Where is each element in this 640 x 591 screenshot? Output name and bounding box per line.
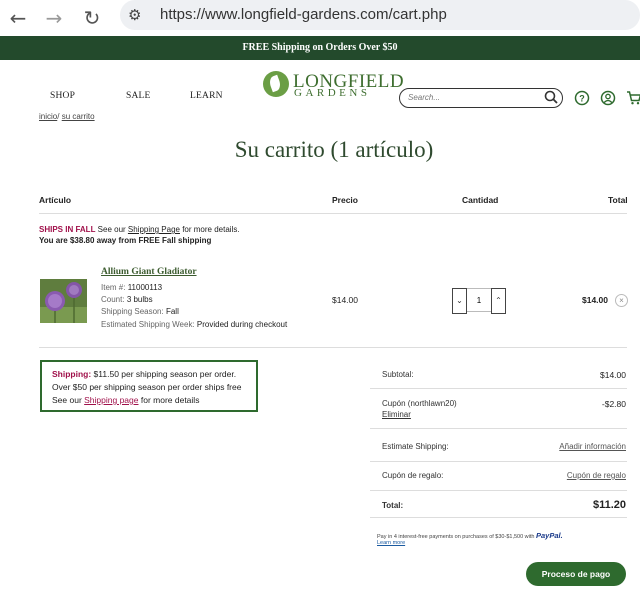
divider (370, 517, 627, 518)
breadcrumb-current[interactable]: su carrito (62, 112, 95, 121)
week-value: Provided during checkout (196, 320, 288, 329)
count-label: Count: (101, 295, 125, 304)
coupon-value: -$2.80 (601, 399, 626, 409)
subtotal-value: $14.00 (600, 370, 626, 380)
url-text[interactable]: https://www.longfield-gardens.com/cart.p… (160, 4, 447, 26)
product-image[interactable] (40, 279, 87, 323)
shipping-page-line: See our Shipping page for more details (52, 395, 199, 405)
header-item: Artículo (39, 195, 72, 205)
count-value: 3 bulbs (126, 295, 153, 304)
site-settings-icon[interactable]: ⚙ (128, 5, 150, 25)
divider (370, 461, 627, 462)
account-icon[interactable] (600, 90, 616, 106)
header-total: Total (608, 195, 628, 205)
nav-learn[interactable]: LEARN (190, 91, 223, 101)
season-value: Fall (165, 307, 179, 316)
shipping-rate-line: Shipping: $11.50 per shipping season per… (52, 369, 236, 379)
page-title: Su carrito (1 artículo) (234, 137, 434, 162)
total-value: $11.20 (592, 499, 626, 511)
nav-shop[interactable]: SHOP (50, 91, 75, 101)
quantity-input[interactable] (467, 288, 491, 312)
shipping-rate-text: $11.50 per shipping season per order. (91, 369, 237, 379)
free-shipping-progress: You are $38.80 away from FREE Fall shipp… (39, 236, 212, 245)
season-label: Shipping Season: (101, 307, 164, 316)
total-label: Total: (382, 501, 404, 510)
gift-coupon-link[interactable]: Cupón de regalo (567, 471, 626, 480)
product-shipping-season: Shipping Season: Fall (101, 307, 179, 316)
add-info-link[interactable]: Añadir información (559, 442, 626, 451)
item-number-label: Item #: (101, 283, 126, 292)
divider (39, 347, 627, 348)
shipping-free-line: Over $50 per shipping season per order s… (52, 382, 242, 392)
search-input[interactable] (408, 90, 538, 104)
nav-sale[interactable]: SALE (126, 91, 151, 101)
shipping-page-link-box[interactable]: Shipping page (84, 395, 138, 405)
forward-icon[interactable]: → (42, 6, 66, 30)
breadcrumb: inicio/ su carrito (39, 112, 95, 121)
product-item-number: Item #: 11000113 (101, 283, 162, 292)
help-icon[interactable]: ? (574, 90, 590, 106)
product-shipping-week: Estimated Shipping Week: Provided during… (101, 320, 287, 329)
ships-label: SHIPS IN FALL (39, 225, 96, 234)
svg-text:?: ? (579, 94, 585, 104)
browser-toolbar: ← → ↻ ⚙ https://www.longfield-gardens.co… (0, 0, 640, 36)
gift-coupon-label: Cupón de regalo: (382, 471, 444, 480)
ships-more-details: for more details. (179, 225, 240, 234)
coupon-remove-link[interactable]: Eliminar (382, 410, 411, 419)
back-icon[interactable]: ← (6, 6, 30, 30)
remove-item-icon[interactable]: × (615, 294, 628, 307)
promo-banner: FREE Shipping on Orders Over $50 (0, 36, 640, 60)
item-number-value: 11000113 (127, 283, 163, 292)
paypal-learn-more-link[interactable]: Learn more (377, 540, 405, 546)
product-price: $14.00 (332, 295, 358, 305)
breadcrumb-home[interactable]: inicio (39, 112, 57, 121)
ships-see-our: See our (95, 225, 128, 234)
coupon-label: Cupón (northlawn20) (382, 399, 457, 408)
product-count: Count: 3 bulbs (101, 295, 153, 304)
subtotal-label: Subtotal: (382, 370, 414, 379)
header-price: Precio (332, 195, 358, 205)
checkout-button[interactable]: Proceso de pago (526, 562, 626, 586)
search-icon[interactable] (543, 89, 559, 105)
divider (370, 490, 627, 491)
estimate-shipping-label: Estimate Shipping: (382, 442, 449, 451)
logo-text-bottom[interactable]: GARDENS (294, 87, 370, 99)
quantity-decrease-button[interactable]: ⌄ (452, 288, 467, 314)
week-label: Estimated Shipping Week: (101, 320, 195, 329)
quantity-increase-button[interactable]: ⌃ (491, 288, 506, 314)
divider (370, 428, 627, 429)
shipping-page-link[interactable]: Shipping Page (128, 225, 180, 234)
paypal-message: Pay in 4 interest-free payments on purch… (377, 531, 627, 540)
header-quantity: Cantidad (462, 195, 499, 205)
shipping-see-our: See our (52, 395, 85, 405)
logo-leaf-icon[interactable] (263, 71, 289, 97)
reload-icon[interactable]: ↻ (80, 6, 104, 30)
divider (370, 388, 627, 389)
ships-notice: SHIPS IN FALL See our Shipping Page for … (39, 225, 240, 234)
shipping-more-details: for more details (138, 395, 200, 405)
product-name-link[interactable]: Allium Giant Gladiator (101, 267, 197, 277)
shipping-label: Shipping: (52, 369, 92, 379)
line-total: $14.00 (582, 295, 608, 305)
divider (39, 213, 627, 214)
paypal-logo: PayPal. (535, 531, 563, 540)
breadcrumb-separator: / (57, 112, 60, 121)
cart-icon[interactable] (626, 90, 640, 106)
